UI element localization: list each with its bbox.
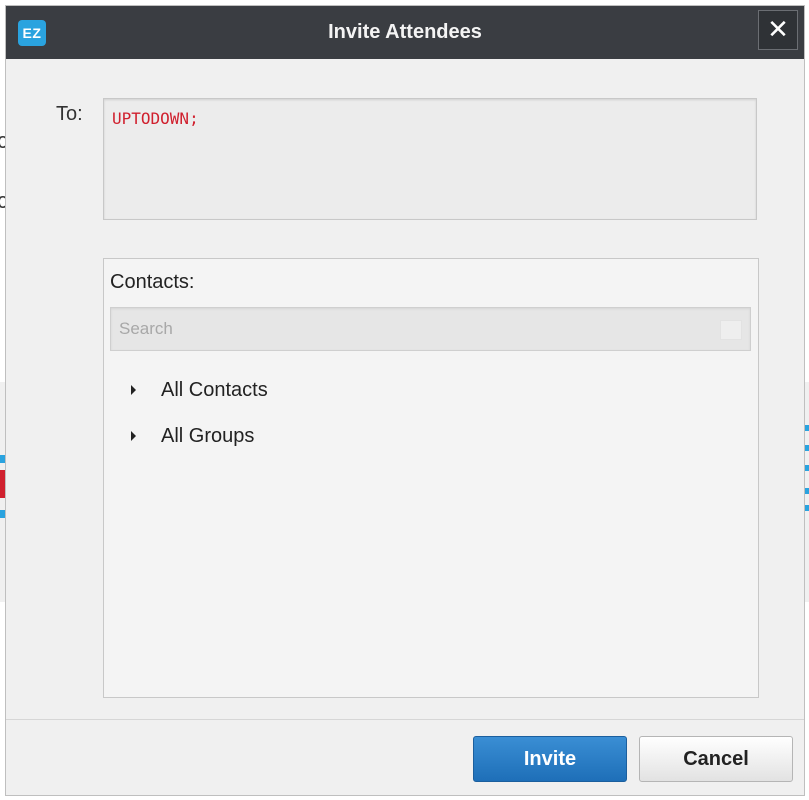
search-clear-icon[interactable] [720, 320, 742, 340]
close-icon: ✕ [767, 14, 789, 44]
invite-button[interactable]: Invite [473, 736, 627, 782]
dialog-footer: Invite Cancel [6, 719, 804, 795]
invite-attendees-dialog: EZ Invite Attendees ✕ To: UPTODOWN; Cont… [5, 5, 805, 796]
tree-item-label: All Contacts [161, 379, 268, 401]
expand-arrow-icon[interactable] [131, 385, 136, 395]
to-label: To: [56, 103, 83, 125]
search-box [110, 307, 751, 351]
to-field[interactable]: UPTODOWN; [103, 98, 757, 220]
tree-item-label: All Groups [161, 425, 255, 447]
close-button[interactable]: ✕ [758, 10, 798, 50]
tree-item-all-contacts[interactable]: All Contacts [124, 376, 424, 406]
tree-item-all-groups[interactable]: All Groups [124, 422, 424, 452]
contacts-panel: Contacts: All Contacts All Groups [103, 258, 759, 698]
dialog-title: Invite Attendees [328, 21, 482, 43]
expand-arrow-icon[interactable] [131, 431, 136, 441]
cancel-button[interactable]: Cancel [639, 736, 793, 782]
to-recipient: UPTODOWN; [112, 109, 199, 128]
contacts-label: Contacts: [110, 271, 195, 293]
search-input[interactable] [111, 308, 750, 350]
dialog-titlebar: EZ Invite Attendees ✕ [6, 6, 804, 59]
